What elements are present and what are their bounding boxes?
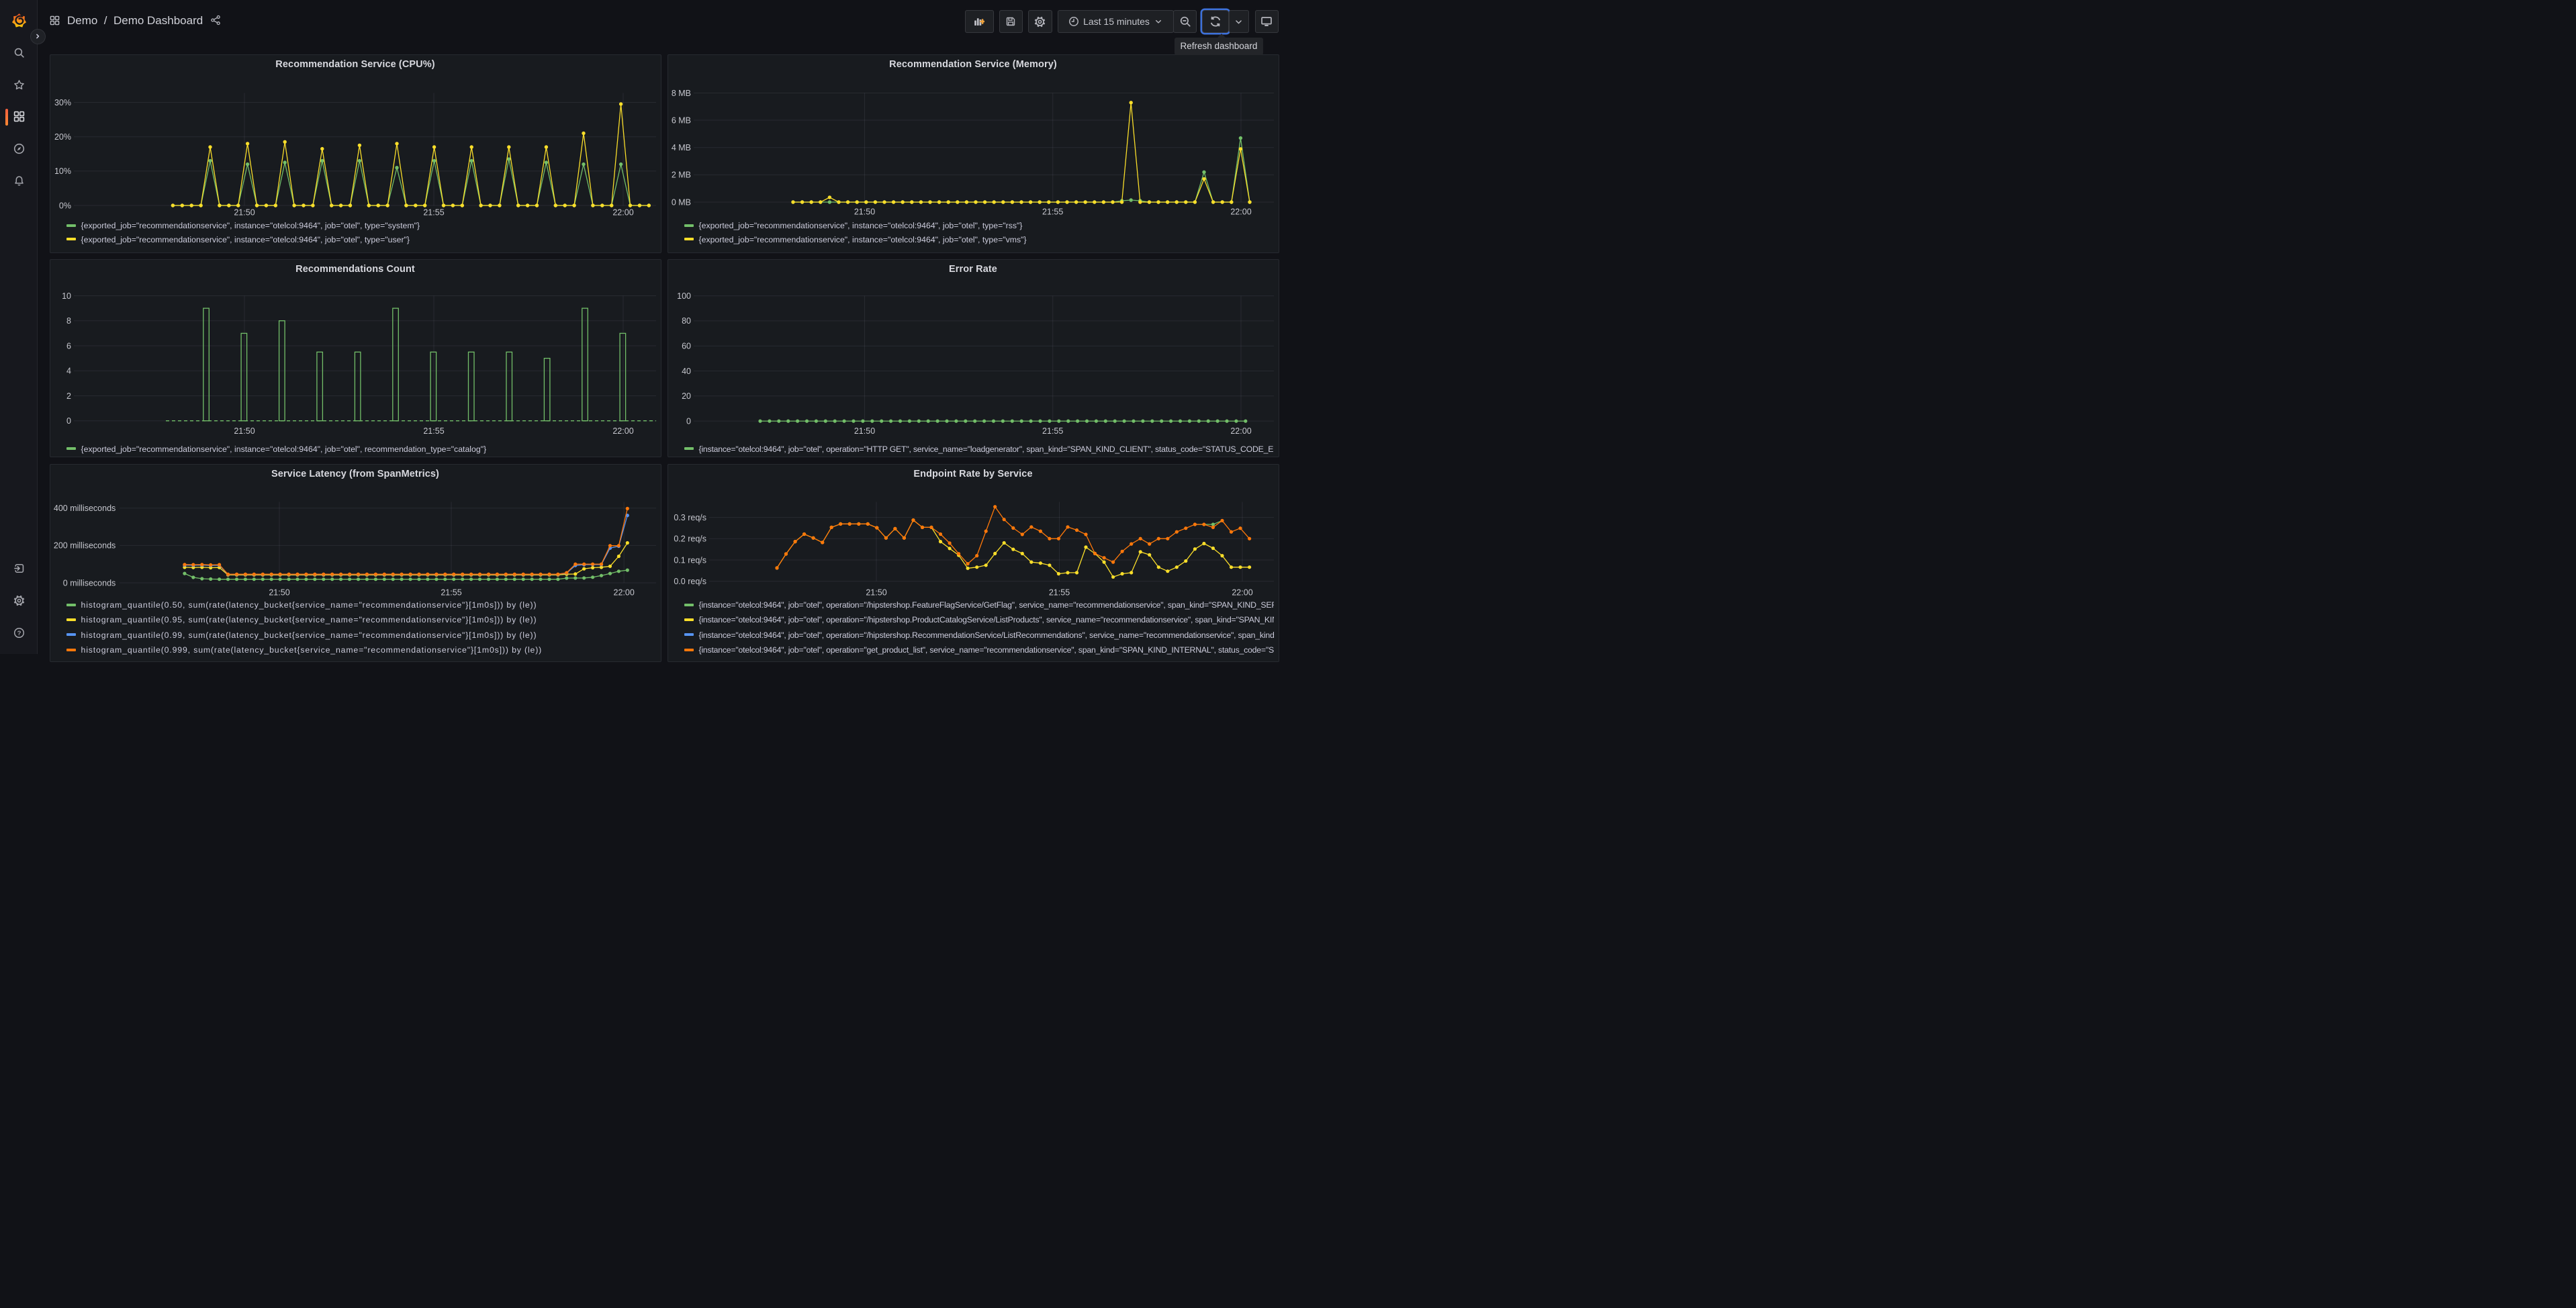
- svg-text:?: ?: [17, 630, 21, 637]
